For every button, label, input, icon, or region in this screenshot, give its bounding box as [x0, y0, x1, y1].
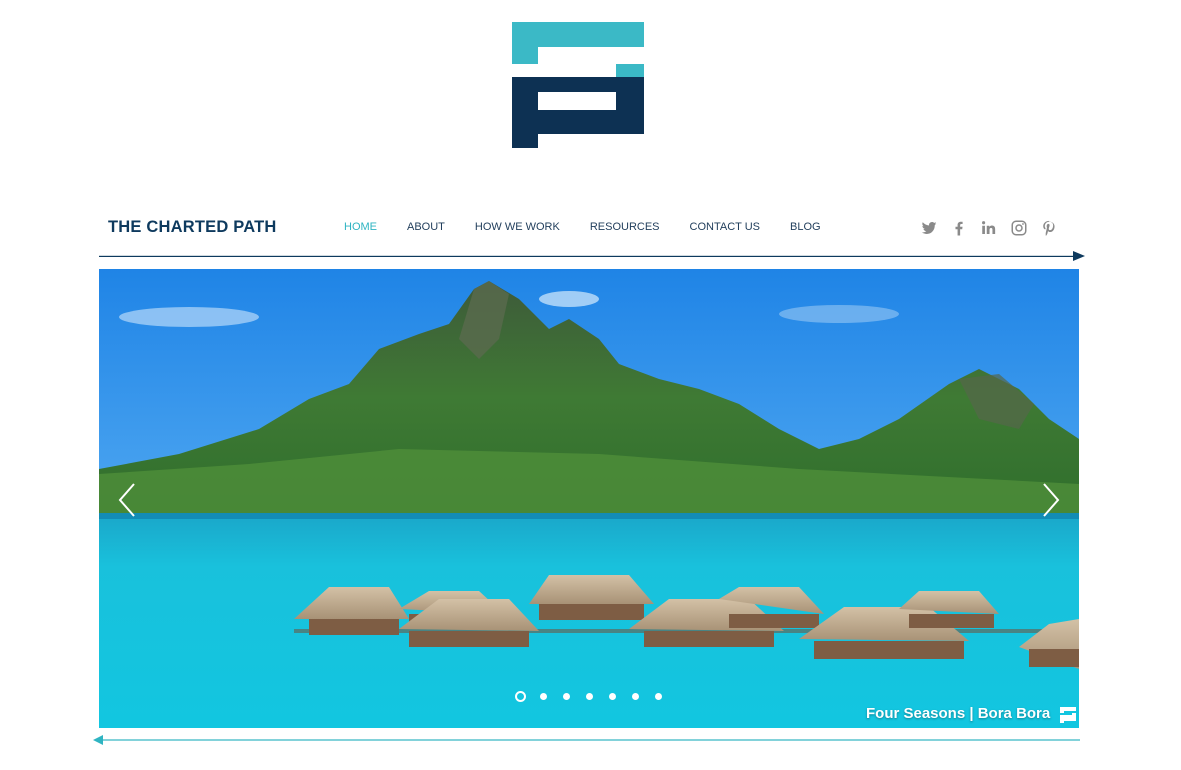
- slide-next-arrow-icon[interactable]: [1040, 482, 1062, 518]
- main-nav: HOME ABOUT HOW WE WORK RESOURCES CONTACT…: [344, 221, 821, 233]
- slide-dot-4[interactable]: [586, 693, 593, 700]
- social-bar: [920, 219, 1070, 237]
- slide-dot-2[interactable]: [540, 693, 547, 700]
- header-divider: [99, 255, 1074, 257]
- facebook-icon[interactable]: [950, 219, 968, 237]
- nav-about[interactable]: ABOUT: [407, 221, 445, 233]
- slide-dot-5[interactable]: [609, 693, 616, 700]
- nav-how-we-work[interactable]: HOW WE WORK: [475, 221, 560, 233]
- twitter-icon[interactable]: [920, 219, 938, 237]
- slide-dot-3[interactable]: [563, 693, 570, 700]
- footer-divider: [93, 735, 1080, 745]
- hero-slideshow[interactable]: Four Seasons | Bora Bora: [99, 269, 1079, 728]
- site-name[interactable]: THE CHARTED PATH: [108, 218, 277, 237]
- divider-arrow-right-icon: [1073, 251, 1085, 261]
- slide-pagination: [515, 691, 678, 702]
- site-logo[interactable]: [510, 20, 646, 150]
- nav-contact-us[interactable]: CONTACT US: [690, 221, 761, 233]
- slide-image-bora-bora: [99, 269, 1079, 728]
- slide-dot-1[interactable]: [515, 691, 526, 702]
- linkedin-icon[interactable]: [980, 219, 998, 237]
- nav-blog[interactable]: BLOG: [790, 221, 821, 233]
- pinterest-icon[interactable]: [1040, 219, 1058, 237]
- slide-dot-7[interactable]: [655, 693, 662, 700]
- slide-prev-arrow-icon[interactable]: [116, 482, 138, 518]
- slide-caption: Four Seasons | Bora Bora: [866, 705, 1051, 722]
- nav-resources[interactable]: RESOURCES: [590, 221, 660, 233]
- instagram-icon[interactable]: [1010, 219, 1028, 237]
- nav-home[interactable]: HOME: [344, 221, 377, 233]
- caption-logo-icon: [1060, 707, 1076, 723]
- slide-dot-6[interactable]: [632, 693, 639, 700]
